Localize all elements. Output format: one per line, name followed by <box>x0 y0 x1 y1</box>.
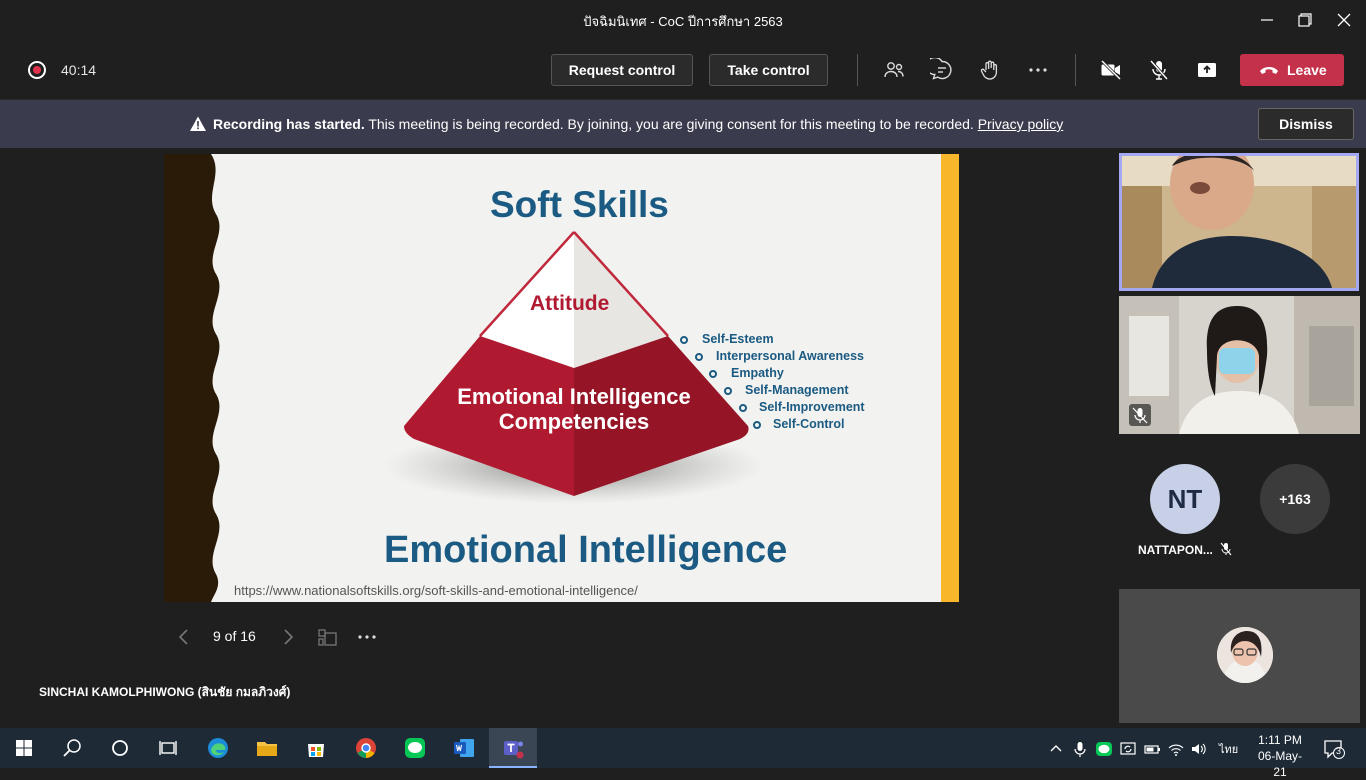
slide-thumbnails-icon[interactable] <box>317 623 339 651</box>
slide-source-url: https://www.nationalsoftskills.org/soft-… <box>234 583 638 598</box>
skill-item: Interpersonal Awareness <box>716 349 864 363</box>
pyramid-top-label: Attitude <box>530 292 610 315</box>
banner-message: Recording has started. This meeting is b… <box>213 116 1063 132</box>
muted-mic-icon <box>1129 404 1151 426</box>
skill-bullet <box>724 387 732 395</box>
skill-item: Self-Improvement <box>759 400 865 414</box>
notification-count: 3 <box>1336 746 1342 756</box>
take-control-button[interactable]: Take control <box>709 54 828 86</box>
system-clock[interactable]: 1:11 PM 06-May-21 <box>1252 732 1308 780</box>
input-language[interactable]: ไทย <box>1219 740 1238 758</box>
pyramid-base-label-line-1: Emotional Intelligence <box>457 384 691 409</box>
close-button[interactable] <box>1332 8 1356 32</box>
notifications-icon[interactable]: 3 <box>1322 738 1346 760</box>
title-bar: ปัจฉิมนิเทศ - CoC ปีการศึกษา 2563 <box>0 0 1366 40</box>
chat-icon[interactable] <box>925 56 954 82</box>
participants-icon[interactable] <box>882 58 906 82</box>
camera-off-icon[interactable] <box>1099 58 1123 82</box>
participant-avatar-nt[interactable]: NT <box>1150 464 1220 534</box>
search-icon[interactable] <box>48 728 96 768</box>
meeting-timer: 40:14 <box>61 62 97 78</box>
tray-wifi-icon[interactable] <box>1167 740 1185 758</box>
maximize-button[interactable] <box>1293 8 1317 32</box>
skill-item: Self-Esteem <box>702 332 774 346</box>
clock-time: 1:11 PM <box>1258 733 1302 747</box>
participants-panel: NT +163 NATTAPON... <box>1114 148 1366 726</box>
toolbar-divider <box>1075 54 1076 86</box>
skill-bullet <box>695 353 703 361</box>
participant-video-image <box>1119 296 1360 434</box>
recording-banner: Recording has started. This meeting is b… <box>0 100 1366 148</box>
clock-date: 06-May-21 <box>1257 749 1302 779</box>
warning-icon <box>190 116 206 131</box>
slide-more-icon[interactable] <box>356 623 378 651</box>
skill-item: Empathy <box>731 366 784 380</box>
store-icon[interactable] <box>292 728 340 768</box>
tray-microphone-icon[interactable] <box>1071 740 1089 758</box>
dismiss-button[interactable]: Dismiss <box>1258 108 1354 140</box>
skill-item: Self-Control <box>773 417 845 431</box>
line-icon[interactable] <box>391 728 439 768</box>
mic-off-icon[interactable] <box>1147 58 1171 82</box>
raise-hand-icon[interactable] <box>978 58 1002 82</box>
pyramid-base-label-line-2: Competencies <box>498 409 650 434</box>
slide-pager: 9 of 16 <box>213 628 256 644</box>
speaker-video-image <box>1122 156 1356 288</box>
toolbar-divider <box>857 54 858 86</box>
more-participants-button[interactable]: +163 <box>1260 464 1330 534</box>
participant-tile-3[interactable] <box>1119 589 1360 723</box>
minimize-button[interactable] <box>1255 8 1279 32</box>
teams-meeting-window: ปัจฉิมนิเทศ - CoC ปีการศึกษา 2563 40:14 … <box>0 0 1366 779</box>
shared-content-stage: Soft Skills Attitude Emotional Intellige… <box>0 148 1114 726</box>
recording-icon <box>28 61 46 79</box>
tray-line-icon[interactable] <box>1095 740 1113 758</box>
previous-slide-button[interactable] <box>174 623 194 651</box>
privacy-policy-link[interactable]: Privacy policy <box>978 116 1064 132</box>
skill-bullet <box>709 370 717 378</box>
skill-bullet <box>753 421 761 429</box>
file-explorer-icon[interactable] <box>243 728 291 768</box>
muted-mic-icon <box>1220 542 1232 556</box>
participant-video-speaker[interactable] <box>1119 153 1359 291</box>
more-icon[interactable] <box>1026 58 1050 82</box>
skill-item: Self-Management <box>745 383 849 397</box>
cortana-icon[interactable] <box>96 728 144 768</box>
next-slide-button[interactable] <box>278 623 298 651</box>
teams-icon[interactable] <box>489 728 537 768</box>
slide-accent-bar <box>941 154 959 602</box>
presenter-name: SINCHAI KAMOLPHIWONG (สินชัย กมลภิวงศ์) <box>39 685 291 699</box>
pyramid-base-label: Emotional Intelligence Competencies <box>444 384 704 434</box>
skill-bullet <box>739 404 747 412</box>
presentation-slide: Soft Skills Attitude Emotional Intellige… <box>164 154 959 602</box>
participant-avatar-photo <box>1217 627 1273 683</box>
chrome-icon[interactable] <box>342 728 390 768</box>
windows-taskbar: ไทย 1:11 PM 06-May-21 3 <box>0 728 1366 779</box>
edge-icon[interactable] <box>194 728 242 768</box>
leave-button[interactable]: Leave <box>1240 54 1344 86</box>
banner-text: This meeting is being recorded. By joini… <box>364 116 978 132</box>
request-control-button[interactable]: Request control <box>551 54 693 86</box>
tray-chevron-up-icon[interactable] <box>1047 740 1065 758</box>
participant-name-nt: NATTAPON... <box>1138 543 1213 557</box>
tray-volume-icon[interactable] <box>1190 740 1208 758</box>
share-icon[interactable] <box>1195 58 1219 82</box>
banner-bold-text: Recording has started. <box>213 116 365 132</box>
meeting-toolbar: 40:14 Request control Take control Leave <box>0 40 1366 100</box>
task-view-icon[interactable] <box>144 728 192 768</box>
leave-label: Leave <box>1287 62 1327 78</box>
participant-video-2[interactable] <box>1119 296 1360 434</box>
skill-bullet <box>680 336 688 344</box>
word-icon[interactable] <box>440 728 488 768</box>
slide-footer-title: Emotional Intelligence <box>384 529 788 571</box>
window-title: ปัจฉิมนิเทศ - CoC ปีการศึกษา 2563 <box>583 14 783 29</box>
tray-sync-icon[interactable] <box>1119 740 1137 758</box>
windows-start-icon[interactable] <box>0 728 48 768</box>
tray-battery-icon[interactable] <box>1143 740 1161 758</box>
